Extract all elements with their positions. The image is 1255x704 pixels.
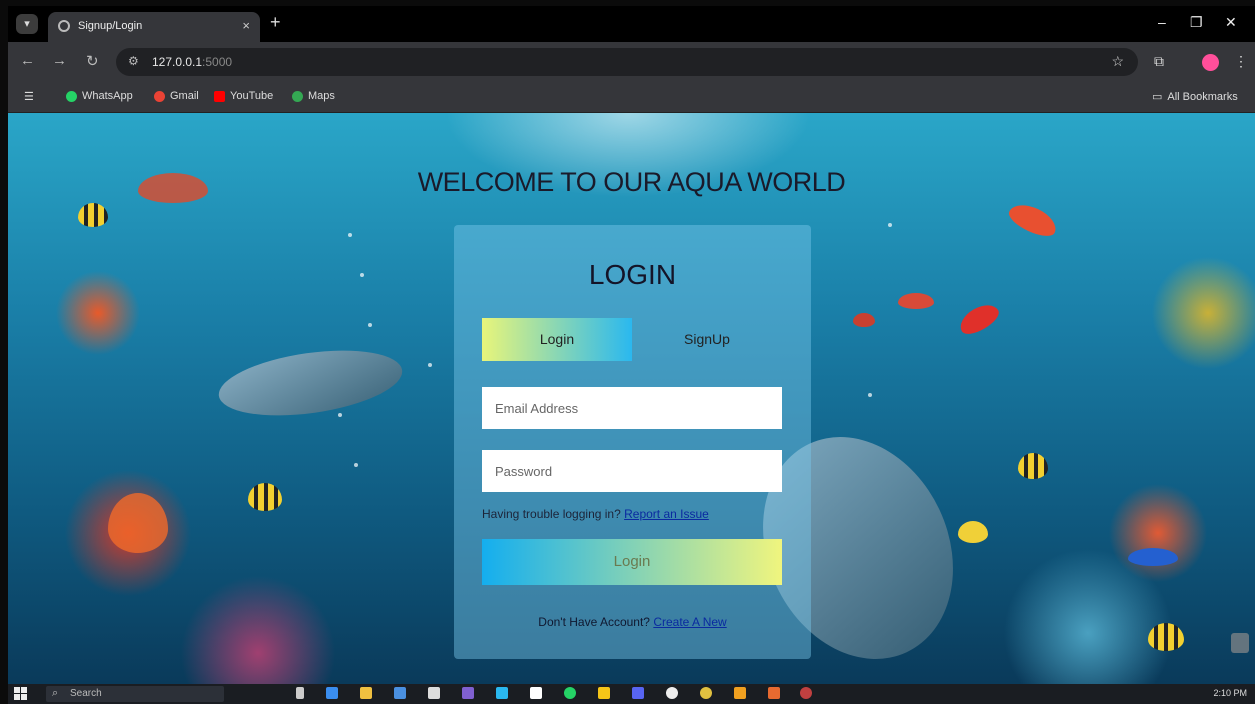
fish-image <box>1005 198 1061 242</box>
help-text: Having trouble logging in? Report an Iss… <box>482 507 709 521</box>
tab-search-button[interactable]: ▾ <box>16 14 38 34</box>
extensions-icon[interactable]: ⧉ <box>1154 53 1164 70</box>
fish-image <box>958 521 988 543</box>
fish-image <box>853 313 875 327</box>
maximize-button[interactable]: ❐ <box>1190 14 1203 31</box>
fish-image <box>78 203 108 227</box>
fish-image <box>1018 453 1048 479</box>
close-window-button[interactable]: ✕ <box>1225 14 1237 31</box>
menu-kebab-icon[interactable]: ⋮ <box>1234 53 1248 70</box>
bookmark-youtube[interactable]: YouTube <box>214 90 273 102</box>
login-card: LOGIN Login SignUp Having trouble loggin… <box>454 225 811 659</box>
avatar[interactable] <box>1202 54 1219 71</box>
login-submit-button[interactable]: Login <box>482 539 782 585</box>
all-bookmarks[interactable]: ▭ All Bookmarks <box>1152 90 1238 104</box>
store-icon[interactable] <box>394 687 406 699</box>
bookmark-maps[interactable]: Maps <box>292 90 335 102</box>
card-title: LOGIN <box>588 259 677 290</box>
folder-icon: ▭ <box>1152 91 1163 103</box>
new-tab-button[interactable]: + <box>270 12 281 33</box>
url-text: 127.0.0.1:5000 <box>152 55 233 69</box>
app-icon[interactable] <box>530 687 542 699</box>
bookmark-gmail[interactable]: Gmail <box>154 90 199 102</box>
fish-image <box>1148 623 1184 651</box>
bookmark-star-icon[interactable]: ☆ <box>1111 53 1124 70</box>
system-clock[interactable]: 2:10 PM <box>1213 688 1247 698</box>
app-icon[interactable] <box>598 687 610 699</box>
auth-tabs: Login SignUp <box>482 318 782 361</box>
whatsapp-taskbar-icon[interactable] <box>564 687 576 699</box>
report-issue-link[interactable]: Report an Issue <box>624 507 709 521</box>
bookmarks-bar: ☰ WhatsApp Gmail YouTube Maps ▭ All Bookm… <box>8 82 1255 113</box>
browser-toolbar: ← → ↻ ⚙ 127.0.0.1:5000 ☆ ⧉ ⋮ <box>8 42 1255 82</box>
email-field[interactable] <box>482 387 782 429</box>
discord-icon[interactable] <box>632 687 644 699</box>
globe-icon <box>58 20 70 32</box>
app-icon[interactable] <box>666 687 678 699</box>
youtube-icon <box>214 90 225 102</box>
apps-icon[interactable]: ☰ <box>24 90 34 103</box>
welcome-heading: WELCOME TO OUR AQUA WORLD <box>417 167 846 197</box>
tab-login[interactable]: Login <box>482 318 632 361</box>
site-info-icon[interactable]: ⚙ <box>128 54 139 68</box>
whatsapp-icon <box>66 90 77 102</box>
app-icon[interactable] <box>800 687 812 699</box>
taskbar-search[interactable]: ⌕ Search <box>46 686 224 702</box>
os-taskbar: ⌕ Search 2:10 PM <box>8 684 1255 704</box>
password-field[interactable] <box>482 450 782 492</box>
chrome-icon[interactable] <box>700 687 712 699</box>
login-page: WELCOME TO OUR AQUA WORLD LOGIN Login Si… <box>8 113 1255 684</box>
fish-image <box>108 493 168 553</box>
browser-window: ▾ Signup/Login × + – ❐ ✕ ← → ↻ ⚙ 127.0.0… <box>8 6 1255 704</box>
app-icon[interactable] <box>496 687 508 699</box>
tab-title: Signup/Login <box>78 20 143 32</box>
fish-image <box>1128 548 1178 566</box>
create-account-row: Don't Have Account? Create A New <box>538 615 727 629</box>
explorer-icon[interactable] <box>360 687 372 699</box>
address-bar[interactable]: ⚙ 127.0.0.1:5000 ☆ <box>116 48 1138 76</box>
app-icon[interactable] <box>768 687 780 699</box>
maps-icon <box>292 90 303 102</box>
tab-signup[interactable]: SignUp <box>632 318 782 361</box>
minimize-button[interactable]: – <box>1158 14 1166 30</box>
gmail-icon <box>154 90 165 102</box>
tab-signup-login[interactable]: Signup/Login × <box>48 12 260 42</box>
forward-icon[interactable]: → <box>52 52 67 69</box>
search-icon: ⌕ <box>52 687 59 699</box>
app-icon[interactable] <box>462 687 474 699</box>
bookmark-whatsapp[interactable]: WhatsApp <box>66 90 133 102</box>
close-tab-icon[interactable]: × <box>242 18 250 33</box>
fish-image <box>955 298 1003 340</box>
edge-icon[interactable] <box>326 687 338 699</box>
dolphin-left-image <box>214 340 407 426</box>
fish-image <box>898 293 934 309</box>
create-account-link[interactable]: Create A New <box>653 615 726 629</box>
reload-icon[interactable]: ↻ <box>86 52 99 70</box>
fish-image <box>248 483 282 511</box>
app-icon[interactable] <box>734 687 746 699</box>
mail-icon[interactable] <box>428 687 440 699</box>
back-icon[interactable]: ← <box>20 52 35 69</box>
windows-start-icon[interactable] <box>14 687 27 700</box>
scroll-to-top-button[interactable] <box>1231 633 1249 653</box>
task-view-icon[interactable] <box>296 687 304 699</box>
tab-strip: ▾ Signup/Login × + – ❐ ✕ <box>8 6 1255 42</box>
